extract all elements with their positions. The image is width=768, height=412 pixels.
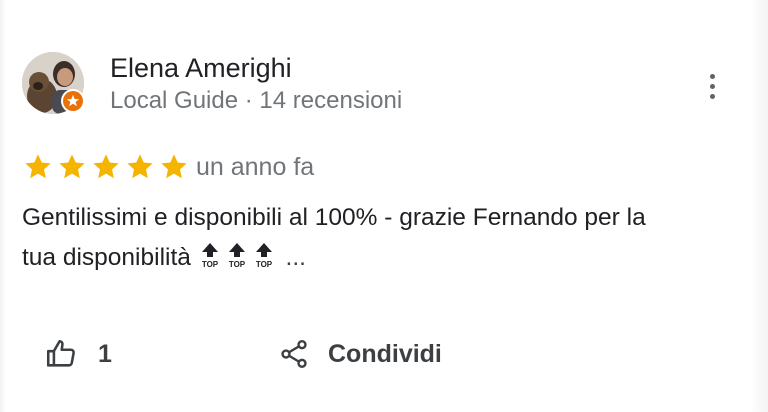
author-meta: Local Guide · 14 recensioni bbox=[110, 87, 403, 114]
like-count: 1 bbox=[98, 339, 112, 368]
svg-text:TOP: TOP bbox=[202, 260, 219, 269]
more-vert-icon[interactable] bbox=[698, 66, 726, 106]
svg-text:TOP: TOP bbox=[229, 260, 246, 269]
star-rating bbox=[22, 150, 190, 184]
star-icon bbox=[25, 154, 51, 179]
review-text-line1: Gentilissimi e disponibili al 100% - gra… bbox=[22, 204, 646, 231]
share-label: Condividi bbox=[328, 339, 442, 368]
review-text: Gentilissimi e disponibili al 100% - gra… bbox=[22, 198, 742, 278]
star-icon bbox=[161, 154, 187, 179]
star-icon bbox=[127, 154, 153, 179]
review-time: un anno fa bbox=[196, 153, 315, 181]
share-button[interactable]: Condividi bbox=[278, 334, 442, 374]
review-text-line2: tua disponibilità bbox=[22, 244, 191, 271]
top-arrow-emoji-icon: TOP bbox=[256, 243, 273, 269]
svg-text:TOP: TOP bbox=[256, 260, 273, 269]
share-icon bbox=[281, 340, 307, 368]
author-name[interactable]: Elena Amerighi bbox=[110, 52, 292, 84]
review-card: Elena Amerighi Local Guide · 14 recensio… bbox=[0, 0, 768, 412]
like-button[interactable]: 1 bbox=[44, 334, 112, 374]
top-arrow-emoji-icon: TOP bbox=[229, 243, 246, 269]
top-arrow-emoji-icon: TOP bbox=[202, 243, 219, 269]
author-avatar[interactable] bbox=[22, 52, 85, 114]
truncation-ellipsis[interactable]: ... bbox=[286, 244, 306, 271]
star-icon bbox=[59, 154, 85, 179]
thumbs-up-icon bbox=[46, 339, 75, 367]
local-guide-badge-icon bbox=[61, 89, 85, 113]
top-emoji-group: TOP TOP TOP bbox=[198, 243, 279, 271]
star-icon bbox=[93, 154, 119, 179]
